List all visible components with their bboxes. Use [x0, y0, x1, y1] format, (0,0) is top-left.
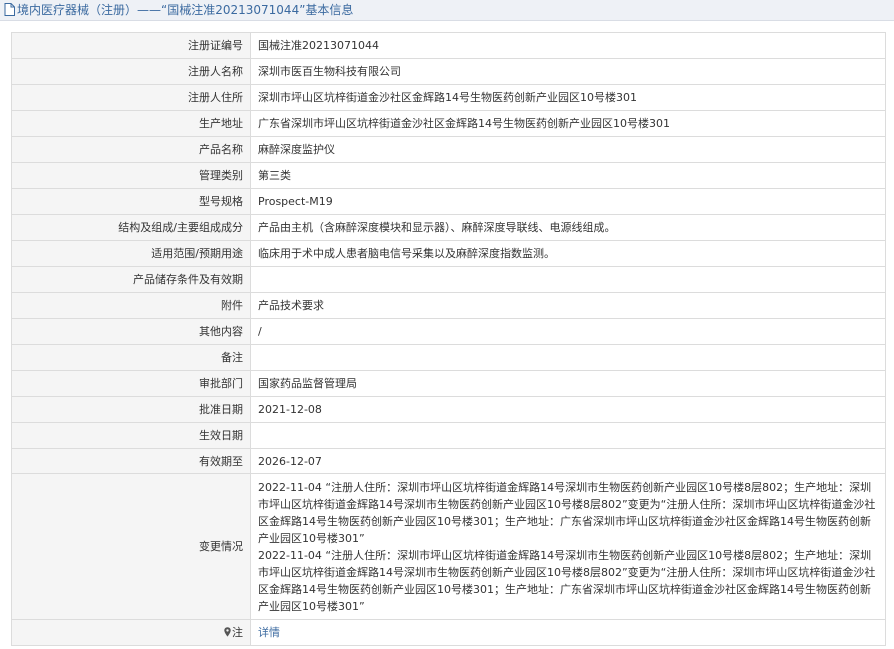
approval-date-value: 2021-12-08	[250, 396, 886, 423]
row-change-history: 变更情况 2022-11-04 “注册人住所：深圳市坪山区坑梓街道金辉路14号深圳…	[11, 473, 886, 620]
product-name-value: 麻醉深度监护仪	[250, 136, 886, 163]
structure-composition-label: 结构及组成/主要组成成分	[11, 214, 251, 241]
attachments-label: 附件	[11, 292, 251, 319]
registration-number-label: 注册证编号	[11, 32, 251, 59]
approval-department-value: 国家药品监督管理局	[250, 370, 886, 397]
row-model-spec: 型号规格 Prospect-M19	[11, 188, 886, 215]
header-bar: 境内医疗器械（注册）——“国械注准20213071044”基本信息	[0, 0, 894, 21]
storage-conditions-value	[250, 266, 886, 293]
change-history-label: 变更情况	[11, 473, 251, 620]
expiry-date-label: 有效期至	[11, 448, 251, 474]
effective-date-label: 生效日期	[11, 422, 251, 449]
row-approval-department: 审批部门 国家药品监督管理局	[11, 370, 886, 397]
expiry-date-value: 2026-12-07	[250, 448, 886, 474]
row-registrant-name: 注册人名称 深圳市医百生物科技有限公司	[11, 58, 886, 85]
document-icon	[4, 3, 15, 20]
row-registrant-address: 注册人住所 深圳市坪山区坑梓街道金沙社区金辉路14号生物医药创新产业园区10号楼3…	[11, 84, 886, 111]
attachments-value: 产品技术要求	[250, 292, 886, 319]
registrant-name-label: 注册人名称	[11, 58, 251, 85]
row-note: 注 详情	[11, 619, 886, 646]
remarks-label: 备注	[11, 344, 251, 371]
row-product-name: 产品名称 麻醉深度监护仪	[11, 136, 886, 163]
row-structure-composition: 结构及组成/主要组成成分 产品由主机（含麻醉深度模块和显示器）、麻醉深度导联线、电…	[11, 214, 886, 241]
management-class-value: 第三类	[250, 162, 886, 189]
registration-number-value: 国械注准20213071044	[250, 32, 886, 59]
scope-intended-use-label: 适用范围/预期用途	[11, 240, 251, 267]
note-label: 注	[232, 625, 243, 639]
registration-info-table: 注册证编号 国械注准20213071044 注册人名称 深圳市医百生物科技有限公司 注册…	[11, 32, 886, 646]
row-expiry-date: 有效期至 2026-12-07	[11, 448, 886, 474]
other-content-label: 其他内容	[11, 318, 251, 345]
row-approval-date: 批准日期 2021-12-08	[11, 396, 886, 423]
change-history-value: 2022-11-04 “注册人住所：深圳市坪山区坑梓街道金辉路14号深圳市生物医…	[250, 473, 886, 620]
row-management-class: 管理类别 第三类	[11, 162, 886, 189]
row-production-address: 生产地址 广东省深圳市坪山区坑梓街道金沙社区金辉路14号生物医药创新产业园区10号…	[11, 110, 886, 137]
breadcrumb: 境内医疗器械（注册）——“国械注准20213071044”基本信息	[4, 2, 353, 18]
management-class-label: 管理类别	[11, 162, 251, 189]
row-storage-conditions: 产品储存条件及有效期	[11, 266, 886, 293]
registrant-address-label: 注册人住所	[11, 84, 251, 111]
details-link[interactable]: 详情	[258, 626, 280, 639]
row-attachments: 附件 产品技术要求	[11, 292, 886, 319]
other-content-value: /	[250, 318, 886, 345]
structure-composition-value: 产品由主机（含麻醉深度模块和显示器）、麻醉深度导联线、电源线组成。	[250, 214, 886, 241]
note-value: 详情	[250, 619, 886, 646]
note-label-cell: 注	[11, 619, 251, 646]
row-remarks: 备注	[11, 344, 886, 371]
row-effective-date: 生效日期	[11, 422, 886, 449]
breadcrumb-text: 境内医疗器械（注册）——“国械注准20213071044”基本信息	[17, 3, 354, 17]
scope-intended-use-value: 临床用于术中成人患者脑电信号采集以及麻醉深度指数监测。	[250, 240, 886, 267]
change-entry: 2022-11-04 “注册人住所：深圳市坪山区坑梓街道金辉路14号深圳市生物医…	[258, 548, 876, 613]
map-pin-icon	[224, 625, 231, 642]
row-other-content: 其他内容 /	[11, 318, 886, 345]
approval-date-label: 批准日期	[11, 396, 251, 423]
row-registration-number: 注册证编号 国械注准20213071044	[11, 32, 886, 59]
model-spec-label: 型号规格	[11, 188, 251, 215]
change-entry: 2022-11-04 “注册人住所：深圳市坪山区坑梓街道金辉路14号深圳市生物医…	[258, 480, 876, 545]
registrant-name-value: 深圳市医百生物科技有限公司	[250, 58, 886, 85]
row-scope-intended-use: 适用范围/预期用途 临床用于术中成人患者脑电信号采集以及麻醉深度指数监测。	[11, 240, 886, 267]
model-spec-value: Prospect-M19	[250, 188, 886, 215]
product-name-label: 产品名称	[11, 136, 251, 163]
approval-department-label: 审批部门	[11, 370, 251, 397]
storage-conditions-label: 产品储存条件及有效期	[11, 266, 251, 293]
production-address-value: 广东省深圳市坪山区坑梓街道金沙社区金辉路14号生物医药创新产业园区10号楼301	[250, 110, 886, 137]
effective-date-value	[250, 422, 886, 449]
production-address-label: 生产地址	[11, 110, 251, 137]
remarks-value	[250, 344, 886, 371]
registrant-address-value: 深圳市坪山区坑梓街道金沙社区金辉路14号生物医药创新产业园区10号楼301	[250, 84, 886, 111]
